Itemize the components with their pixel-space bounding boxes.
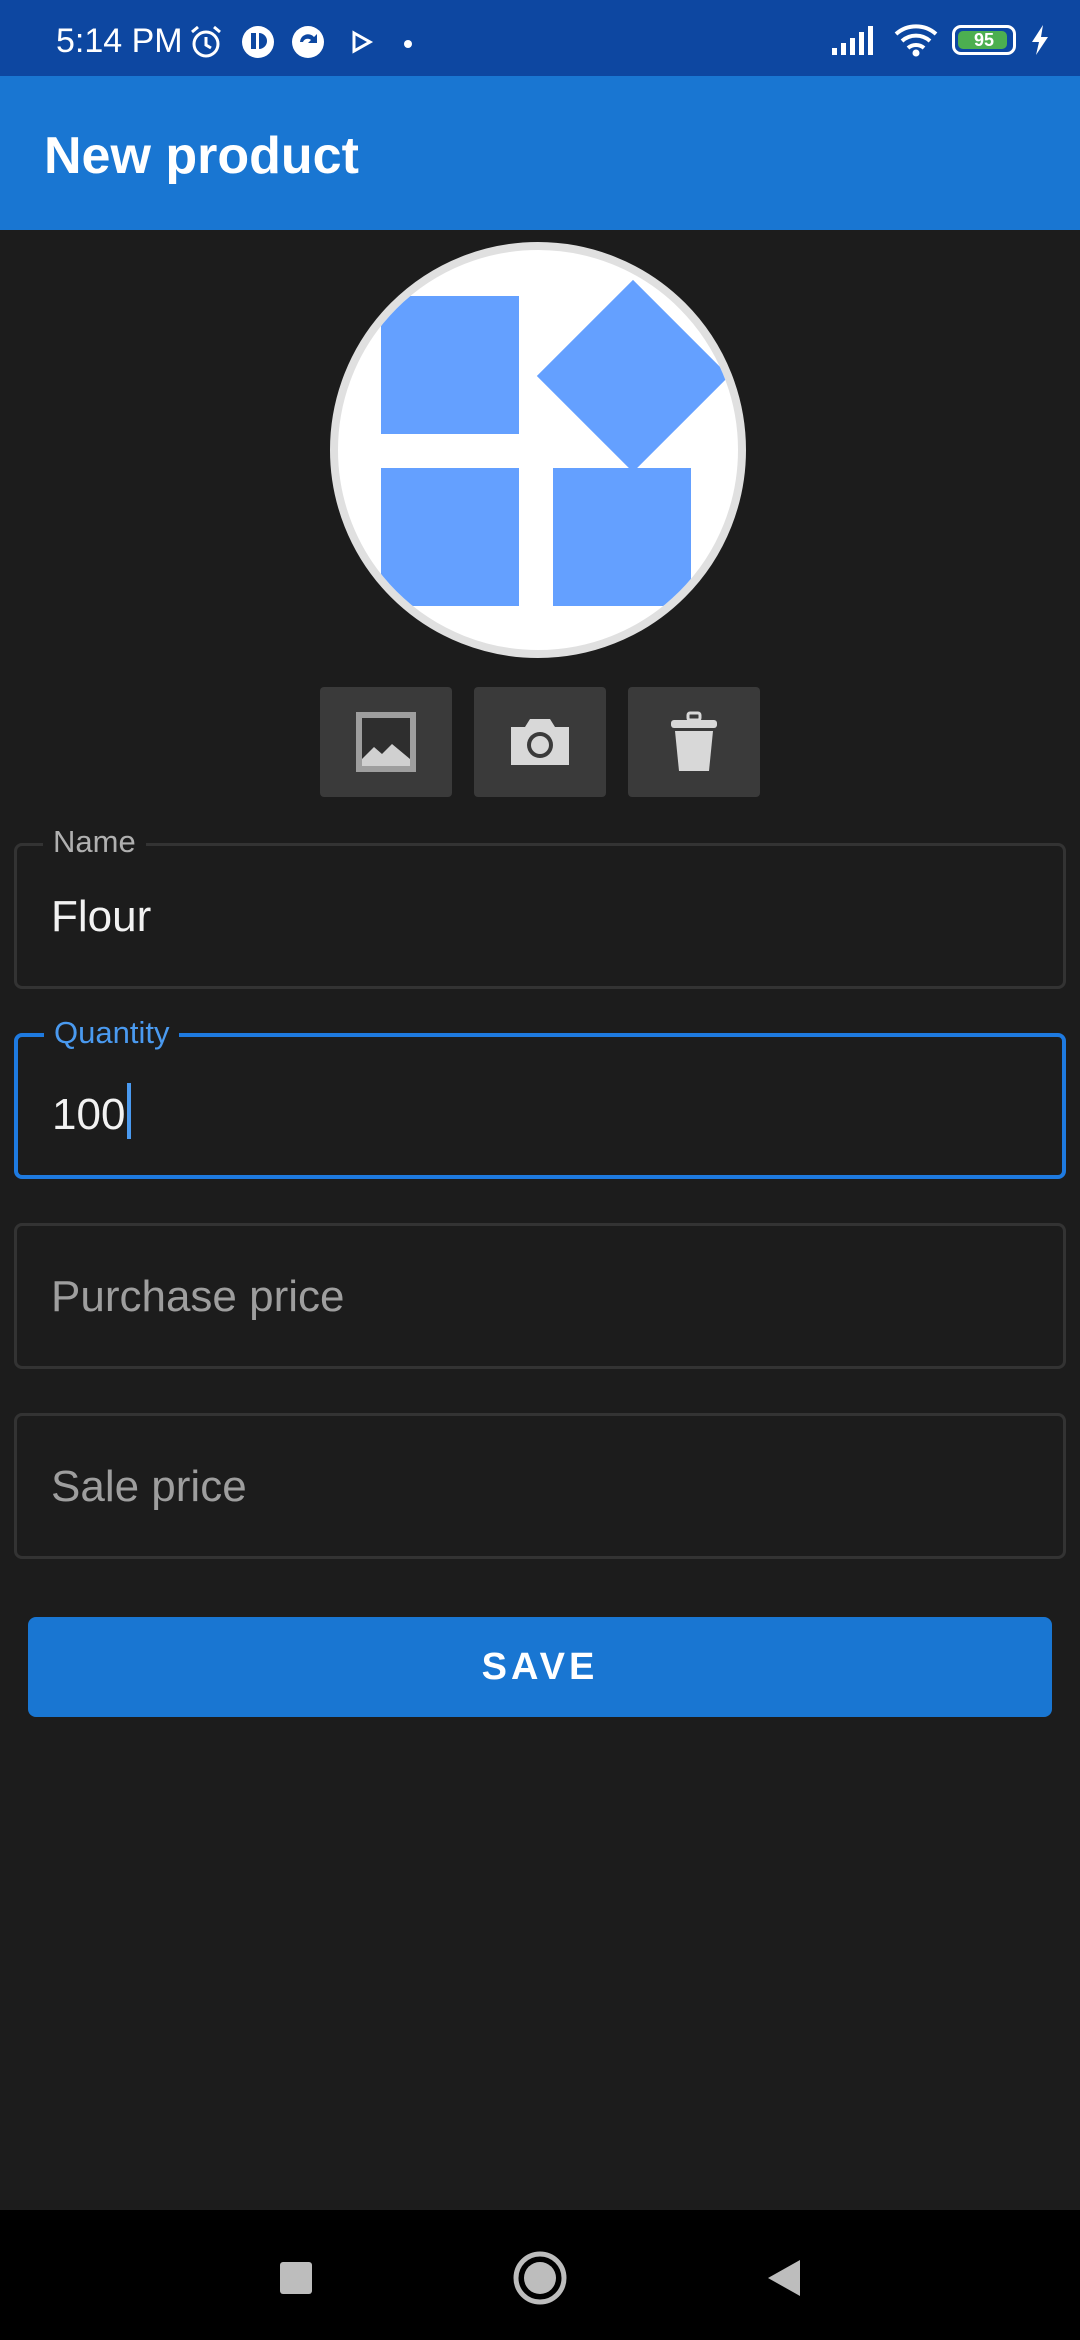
name-field[interactable]: Name Flour xyxy=(14,824,1066,989)
quantity-input: 100 xyxy=(52,1083,132,1140)
purchase-price-field[interactable]: Purchase price xyxy=(14,1223,1066,1369)
battery-icon: 95 xyxy=(952,25,1016,55)
play-icon xyxy=(352,30,374,54)
status-bar: 5:14 PM 95 xyxy=(0,0,1080,76)
sync-icon xyxy=(292,26,324,58)
quantity-field[interactable]: Quantity 100 xyxy=(14,1015,1066,1179)
wifi-icon xyxy=(894,24,938,57)
delete-image-button[interactable] xyxy=(628,687,760,797)
charging-icon xyxy=(1032,25,1048,55)
name-label: Name xyxy=(43,824,146,860)
alarm-icon xyxy=(191,25,221,58)
sale-price-placeholder: Sale price xyxy=(51,1462,247,1511)
product-image[interactable] xyxy=(330,242,746,658)
back-button[interactable] xyxy=(754,2248,814,2308)
page-title: New product xyxy=(44,127,359,185)
camera-icon xyxy=(511,719,569,765)
sale-price-field[interactable]: Sale price xyxy=(14,1413,1066,1559)
status-time: 5:14 PM xyxy=(56,22,183,60)
app-notification-icon xyxy=(242,26,274,58)
purchase-price-placeholder: Purchase price xyxy=(51,1272,345,1321)
name-value: Flour xyxy=(51,892,152,941)
dot-icon xyxy=(404,40,412,48)
product-placeholder-icon xyxy=(381,279,730,606)
pick-from-gallery-button[interactable] xyxy=(320,687,452,797)
status-right: 95 xyxy=(830,22,1050,58)
recents-button[interactable] xyxy=(266,2248,326,2308)
app-bar: New product xyxy=(0,76,1080,230)
take-photo-button[interactable] xyxy=(474,687,606,797)
back-icon xyxy=(768,2260,800,2296)
home-icon xyxy=(513,2251,567,2305)
battery-level-text: 95 xyxy=(973,29,995,50)
gallery-icon xyxy=(356,712,416,772)
trash-icon xyxy=(671,711,717,771)
recents-icon xyxy=(280,2262,312,2294)
quantity-value: 100 xyxy=(52,1090,126,1139)
text-cursor xyxy=(127,1083,132,1139)
nav-bar xyxy=(0,2210,1080,2340)
home-button[interactable] xyxy=(510,2248,570,2308)
save-button[interactable]: SAVE xyxy=(28,1617,1052,1717)
quantity-label: Quantity xyxy=(44,1015,180,1051)
signal-icon xyxy=(832,26,873,55)
